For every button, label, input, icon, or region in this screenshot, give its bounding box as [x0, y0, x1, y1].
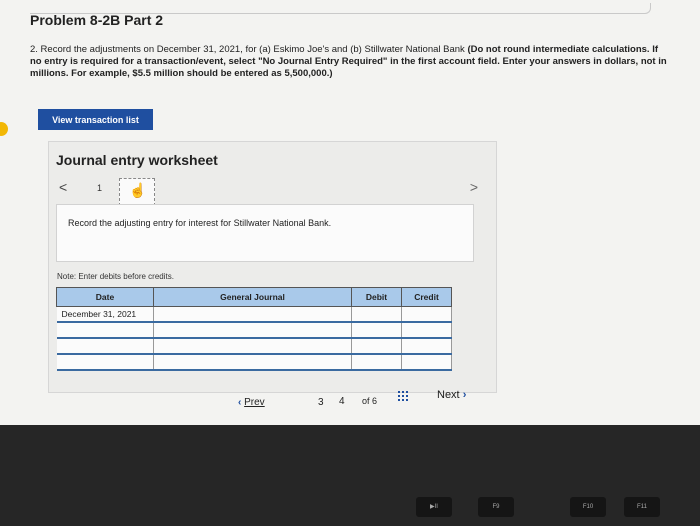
worksheet-entry-number[interactable]: 1	[97, 183, 102, 193]
worksheet-next-arrow[interactable]: >	[470, 179, 478, 195]
header-debit: Debit	[351, 287, 402, 307]
browser-screen: Problem 8-2B Part 2 2. Record the adjust…	[0, 0, 700, 425]
credit-field[interactable]	[401, 306, 452, 323]
worksheet-title: Journal entry worksheet	[56, 152, 218, 168]
pager: ‹ Prev 3 4 of 6	[0, 390, 700, 410]
debit-field[interactable]	[351, 322, 402, 339]
entry-prompt-box: Record the adjusting entry for interest …	[56, 204, 474, 262]
worksheet-prev-arrow[interactable]: <	[59, 179, 67, 195]
worksheet-entry-2-tab[interactable]: ☝	[119, 178, 155, 206]
f11-key: F11	[624, 497, 660, 517]
prev-label: Prev	[244, 397, 265, 408]
view-transaction-list-button[interactable]: View transaction list	[38, 109, 153, 130]
keyboard: ▶II F9 F10 F11	[0, 425, 700, 526]
account-field[interactable]	[153, 322, 352, 339]
next-label: Next	[437, 389, 460, 401]
table-row: December 31, 2021	[56, 306, 452, 323]
pointer-hand-icon: ☝	[129, 182, 147, 198]
f9-key: F9	[478, 497, 514, 517]
account-field[interactable]	[153, 338, 352, 355]
table-row	[56, 322, 452, 339]
play-pause-key: ▶II	[416, 497, 452, 517]
chevron-left-icon: ‹	[238, 397, 242, 408]
grid-icon[interactable]	[397, 390, 409, 402]
instructions: 2. Record the adjustments on December 31…	[30, 44, 670, 80]
header-credit: Credit	[401, 287, 452, 307]
account-field[interactable]	[153, 354, 352, 371]
header-date: Date	[56, 287, 154, 307]
problem-title: Problem 8-2B Part 2	[30, 12, 164, 28]
date-cell[interactable]: December 31, 2021	[56, 306, 154, 323]
credit-field[interactable]	[401, 338, 452, 355]
page-4[interactable]: 4	[339, 396, 345, 407]
debit-field[interactable]	[351, 306, 402, 323]
journal-entry-panel: Journal entry worksheet < 1 ☝ > Record t…	[48, 141, 497, 393]
entry-prompt-text: Record the adjusting entry for interest …	[68, 218, 332, 228]
journal-header-row: Date General Journal Debit Credit	[56, 287, 452, 307]
f10-key: F10	[570, 497, 606, 517]
credit-field[interactable]	[401, 322, 452, 339]
date-cell[interactable]	[56, 354, 154, 371]
status-dot	[0, 122, 8, 136]
account-field[interactable]	[153, 306, 352, 323]
chevron-right-icon: ›	[462, 389, 467, 401]
page-of-total: of 6	[362, 396, 378, 406]
next-button[interactable]: Next ›	[437, 389, 466, 401]
journal-table: Date General Journal Debit Credit Decemb…	[56, 287, 452, 371]
date-cell[interactable]	[56, 338, 154, 355]
debit-credit-note: Note: Enter debits before credits.	[57, 272, 174, 281]
debit-field[interactable]	[351, 338, 402, 355]
table-row	[56, 338, 452, 355]
header-general-journal: General Journal	[153, 287, 352, 307]
instructions-text: 2. Record the adjustments on December 31…	[30, 44, 465, 55]
date-cell[interactable]	[56, 322, 154, 339]
prev-button[interactable]: ‹ Prev	[238, 397, 265, 408]
credit-field[interactable]	[401, 354, 452, 371]
debit-field[interactable]	[351, 354, 402, 371]
page-3[interactable]: 3	[318, 397, 324, 408]
table-row	[56, 354, 452, 371]
